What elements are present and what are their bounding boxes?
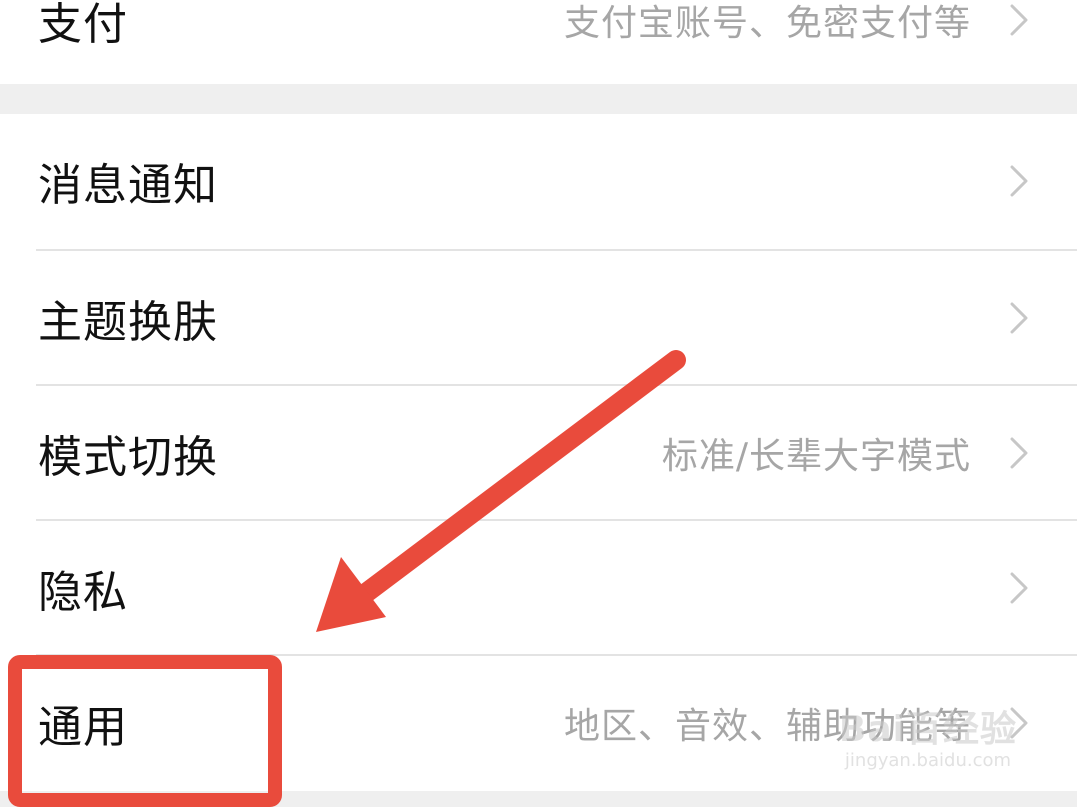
settings-item-desc: 标准/长辈大字模式 (661, 436, 971, 477)
settings-item-payment[interactable]: 支付 支付宝账号、免密支付等 (0, 0, 1077, 87)
chevron-right-icon (1010, 572, 1028, 604)
settings-item-label: 隐私 (38, 567, 128, 618)
settings-item-label: 通用 (38, 702, 128, 753)
chevron-right-icon (1010, 165, 1028, 197)
settings-group-payment: 支付 支付宝账号、免密支付等 (0, 0, 1077, 84)
settings-item-label: 模式切换 (38, 432, 218, 483)
settings-item-privacy[interactable]: 隐私 (0, 521, 1077, 655)
settings-item-label: 支付 (38, 0, 128, 50)
settings-item-notifications[interactable]: 消息通知 (0, 114, 1077, 248)
watermark: Bai百经验 jingyan.baidu.com (839, 700, 1017, 771)
chevron-right-icon (1010, 4, 1028, 36)
chevron-right-icon (1010, 302, 1028, 334)
settings-item-mode[interactable]: 模式切换 标准/长辈大字模式 (0, 386, 1077, 520)
settings-item-desc: 支付宝账号、免密支付等 (563, 3, 971, 44)
chevron-right-icon (1010, 437, 1028, 469)
watermark-url: jingyan.baidu.com (844, 750, 1012, 771)
settings-item-label: 主题换肤 (38, 297, 218, 348)
settings-item-theme[interactable]: 主题换肤 (0, 251, 1077, 385)
watermark-logo: Bai百经验 (838, 709, 1017, 750)
settings-group-main: 消息通知 主题换肤 模式切换 标准/长辈大字模式 隐私 通用 地区、音效、辅助功… (0, 114, 1077, 791)
settings-item-label: 消息通知 (38, 160, 218, 211)
